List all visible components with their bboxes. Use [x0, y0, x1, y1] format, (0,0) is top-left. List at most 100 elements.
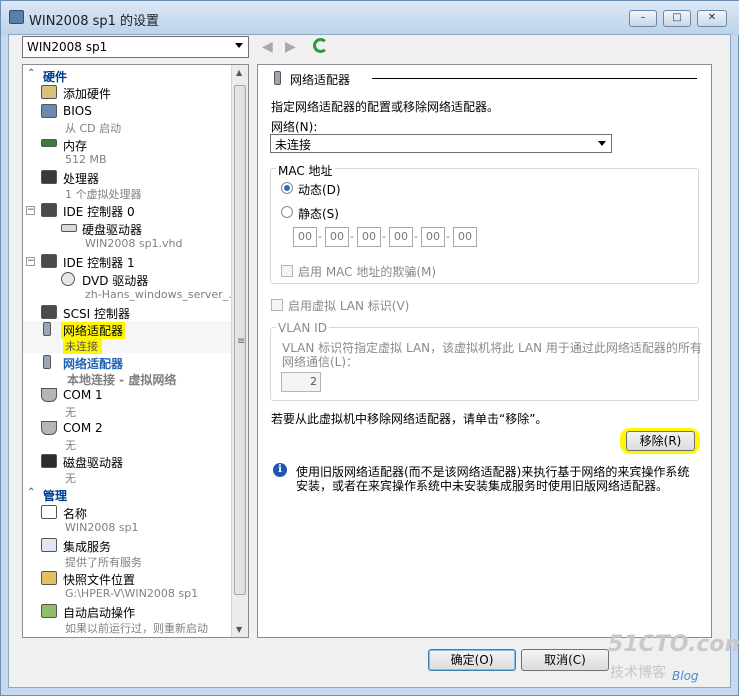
- chevron-down-icon: [235, 43, 243, 48]
- tree-item-com1[interactable]: COM 1 无: [23, 387, 233, 419]
- hardware-tree: ⌃ 硬件 添加硬件 BIOS 从 CD 启动 内存 512 MB 处理器 1 个…: [22, 64, 249, 638]
- tree-item-label: 添加硬件: [63, 87, 112, 101]
- tree-item-integration-services[interactable]: 集成服务 提供了所有服务: [23, 537, 233, 569]
- tree-item-ide-controller-1[interactable]: − IDE 控制器 1: [23, 253, 233, 271]
- watermark-subtitle: 技术博客: [610, 665, 666, 681]
- mac-separator: -: [318, 230, 322, 243]
- floppy-disk-icon: [41, 454, 57, 468]
- tree-item-sub: 提供了所有服务: [65, 556, 142, 569]
- tree-item-sub: WIN2008 sp1: [65, 521, 139, 534]
- tree-item-network-adapter-2[interactable]: 网络适配器 本地连接 - 虚拟网络: [23, 354, 233, 387]
- cancel-button[interactable]: 取消(C): [521, 649, 609, 671]
- section-hardware[interactable]: ⌃ 硬件: [23, 68, 233, 84]
- tree-item-sub: 512 MB: [65, 153, 107, 166]
- com-port-icon: [41, 421, 57, 435]
- tree-item-dvd-drive[interactable]: DVD 驱动器 zh-Hans_windows_server_...: [23, 271, 239, 303]
- ide-controller-icon: [41, 254, 57, 268]
- mac-static-label[interactable]: 静态(S): [298, 205, 339, 222]
- tree-item-label: 自动启动操作: [63, 606, 136, 620]
- collapse-icon[interactable]: −: [26, 257, 35, 266]
- mac-dynamic-label[interactable]: 动态(D): [298, 181, 341, 198]
- tree-item-sub: 无: [65, 439, 76, 452]
- vlan-enable-checkbox[interactable]: [271, 299, 283, 311]
- tree-item-sub: 如果以前运行过，则重新启动: [65, 622, 208, 635]
- minimize-button[interactable]: –: [629, 10, 657, 27]
- tree-item-label: IDE 控制器 0: [63, 205, 135, 219]
- mac-separator: -: [414, 230, 418, 243]
- tree-item-com2[interactable]: COM 2 无: [23, 420, 233, 452]
- tree-item-label: 处理器: [63, 172, 100, 186]
- mac-separator: -: [350, 230, 354, 243]
- com-port-icon: [41, 388, 57, 402]
- tree-item-label: 网络适配器: [61, 322, 126, 339]
- tree-item-sub: zh-Hans_windows_server_...: [85, 288, 239, 301]
- tree-item-sub: 无: [65, 406, 76, 419]
- tree-item-ide-controller-0[interactable]: − IDE 控制器 0: [23, 202, 233, 220]
- scroll-down-icon[interactable]: ▼: [236, 625, 242, 634]
- tree-item-sub: 未连接: [63, 338, 102, 354]
- forward-arrow-icon[interactable]: ▶: [285, 39, 296, 55]
- mac-octet-6[interactable]: 00: [453, 227, 477, 247]
- tree-item-name[interactable]: 名称 WIN2008 sp1: [23, 504, 233, 536]
- section-hardware-label: 硬件: [43, 70, 68, 84]
- mac-octet-2[interactable]: 00: [325, 227, 349, 247]
- mac-spoofing-label[interactable]: 启用 MAC 地址的欺骗(M): [298, 263, 436, 280]
- add-hardware-icon: [41, 85, 57, 99]
- tree-item-label: SCSI 控制器: [63, 307, 130, 321]
- close-button[interactable]: ✕: [697, 10, 727, 27]
- info-text-2: 安装，或者在来宾操作系统中未安装集成服务时使用旧版网络适配器。: [296, 479, 669, 493]
- section-management[interactable]: ⌃ 管理: [23, 487, 233, 503]
- tree-item-processor[interactable]: 处理器 1 个虚拟处理器: [23, 169, 233, 201]
- watermark-blog: Blog: [672, 669, 699, 683]
- tree-item-memory[interactable]: 内存 512 MB: [23, 136, 233, 168]
- remove-hint: 若要从此虚拟机中移除网络适配器，请单击“移除”。: [271, 412, 548, 426]
- tree-item-auto-start[interactable]: 自动启动操作 如果以前运行过，则重新启动: [23, 603, 233, 635]
- tree-item-label: 磁盘驱动器: [63, 456, 124, 470]
- vlan-id-input[interactable]: 2: [281, 372, 321, 392]
- section-management-label: 管理: [43, 489, 68, 503]
- maximize-button[interactable]: □: [663, 10, 691, 27]
- network-adapter-icon: [43, 322, 51, 336]
- watermark-logo: 51CTO.com: [608, 632, 739, 657]
- heading-rule: [372, 78, 697, 79]
- chevron-up-icon: ⌃: [27, 68, 36, 79]
- bios-icon: [41, 104, 57, 118]
- tree-item-hard-drive[interactable]: 硬盘驱动器 WIN2008 sp1.vhd: [23, 220, 233, 252]
- vlan-enable-label[interactable]: 启用虚拟 LAN 标识(V): [288, 297, 409, 314]
- mac-octet-5[interactable]: 00: [421, 227, 445, 247]
- mac-octet-3[interactable]: 00: [357, 227, 381, 247]
- vm-select[interactable]: WIN2008 sp1: [22, 36, 249, 58]
- tree-item-label: COM 1: [63, 388, 103, 402]
- processor-icon: [41, 170, 57, 184]
- scroll-up-icon[interactable]: ▲: [236, 68, 242, 77]
- tree-item-label: IDE 控制器 1: [63, 256, 135, 270]
- tree-item-scsi-controller[interactable]: SCSI 控制器: [23, 304, 233, 322]
- tree-item-sub: 无: [65, 472, 76, 485]
- info-icon: i: [273, 463, 287, 477]
- tree-item-label: BIOS: [63, 104, 92, 118]
- tree-item-bios[interactable]: BIOS 从 CD 启动: [23, 103, 233, 135]
- network-adapter-icon: [274, 71, 281, 85]
- tree-scrollbar[interactable]: ▲ ▼: [231, 65, 248, 637]
- tree-item-network-adapter-selected[interactable]: 网络适配器 未连接: [23, 321, 233, 354]
- network-label: 网络(N):: [271, 120, 318, 134]
- back-arrow-icon[interactable]: ◀: [262, 39, 273, 55]
- splitter-grip-icon[interactable]: ≡: [237, 336, 245, 347]
- network-select[interactable]: 未连接: [270, 134, 612, 153]
- mac-spoofing-checkbox[interactable]: [281, 265, 293, 277]
- refresh-icon[interactable]: [313, 38, 328, 53]
- vlan-description-2: 网络通信(L)：: [282, 355, 359, 369]
- tree-item-label: DVD 驱动器: [82, 274, 149, 288]
- mac-octet-4[interactable]: 00: [389, 227, 413, 247]
- tree-item-snapshot-location[interactable]: 快照文件位置 G:\HPER-V\WIN2008 sp1: [23, 570, 233, 602]
- collapse-icon[interactable]: −: [26, 206, 35, 215]
- tree-item-diskette-drive[interactable]: 磁盘驱动器 无: [23, 453, 233, 485]
- mac-dynamic-radio[interactable]: [281, 182, 293, 194]
- tree-item-add-hardware[interactable]: 添加硬件: [23, 84, 233, 102]
- mac-octet-1[interactable]: 00: [293, 227, 317, 247]
- auto-start-icon: [41, 604, 57, 618]
- mac-static-radio[interactable]: [281, 206, 293, 218]
- integration-services-icon: [41, 538, 57, 552]
- ok-button[interactable]: 确定(O): [428, 649, 516, 671]
- remove-button[interactable]: 移除(R): [626, 431, 695, 451]
